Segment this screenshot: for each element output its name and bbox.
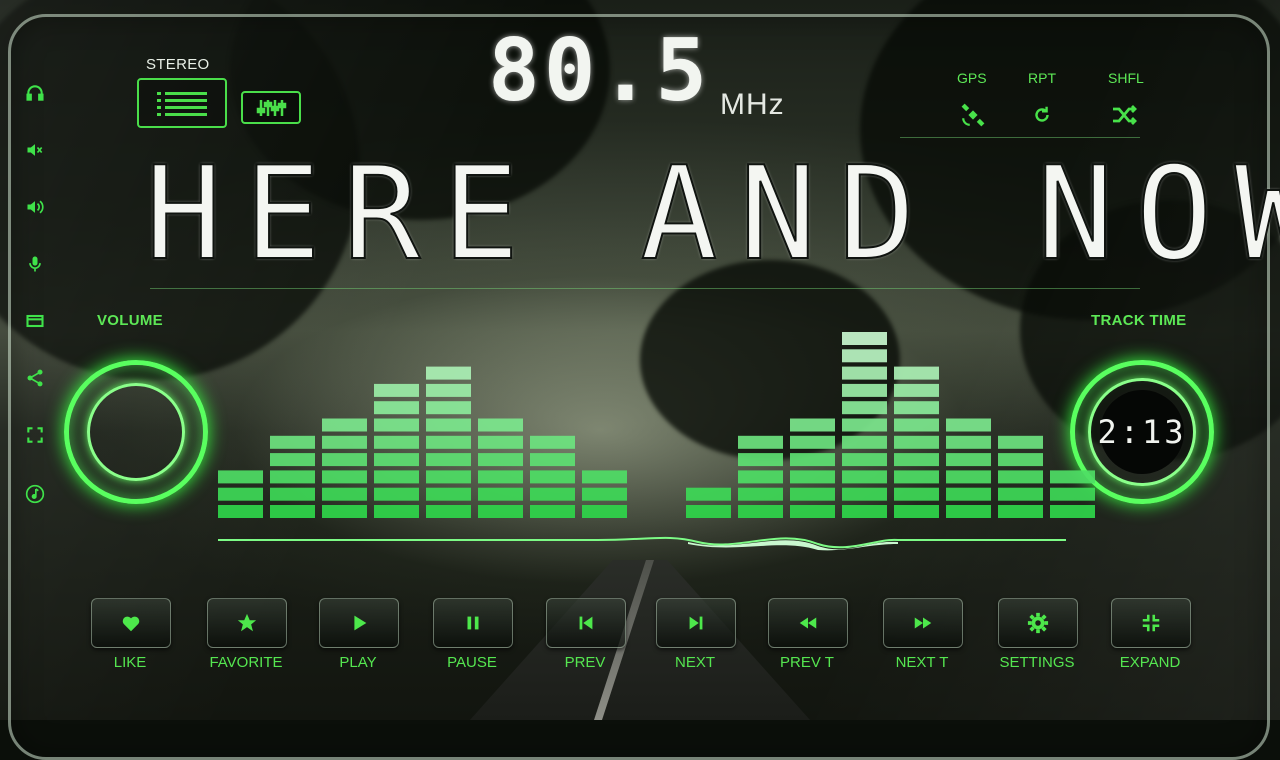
satellite-icon[interactable]: [960, 102, 986, 133]
volume-knob[interactable]: [64, 360, 208, 504]
expand-label: EXPAND: [1119, 654, 1181, 671]
collapse-icon: [1142, 614, 1160, 632]
gear-icon: [1027, 612, 1049, 634]
track-title: HERE AND NOW: [144, 140, 1280, 289]
audio-waveform: [218, 536, 1066, 551]
mute-icon[interactable]: [22, 137, 48, 163]
track-time-label: TRACK TIME: [1091, 312, 1187, 329]
track-time-value: 2:13: [1097, 390, 1184, 474]
divider-title: [150, 288, 1140, 289]
play-label: PLAY: [339, 654, 377, 671]
pause-label: PAUSE: [447, 654, 497, 671]
like-label: LIKE: [113, 654, 147, 671]
prev-label: PREV: [564, 654, 606, 671]
next-button[interactable]: [656, 598, 736, 648]
favorite-button[interactable]: [207, 598, 287, 648]
favorite-label: FAVORITE: [209, 654, 283, 671]
like-button[interactable]: [91, 598, 171, 648]
fullscreen-icon[interactable]: [22, 422, 48, 448]
track-time-dial[interactable]: 2:13: [1070, 360, 1214, 504]
settings-label: SETTINGS: [999, 654, 1075, 671]
skip-previous-icon: [579, 616, 593, 630]
prev-t-button[interactable]: [768, 598, 848, 648]
divider-top: [900, 137, 1140, 138]
expand-button[interactable]: [1111, 598, 1191, 648]
next-t-label: NEXT T: [895, 654, 949, 671]
share-icon[interactable]: [22, 365, 48, 391]
shuffle-icon[interactable]: [1111, 102, 1139, 133]
volume-label: VOLUME: [97, 312, 163, 329]
play-button[interactable]: [319, 598, 399, 648]
pause-button[interactable]: [433, 598, 513, 648]
settings-button[interactable]: [998, 598, 1078, 648]
volume-knob-ring: [87, 383, 185, 481]
rpt-label: RPT: [1028, 70, 1056, 86]
star-icon: [237, 613, 257, 632]
repeat-icon[interactable]: [1031, 104, 1053, 131]
sliders-icon: [256, 99, 287, 116]
skip-next-icon: [689, 616, 703, 630]
frequency-display: 80.5: [488, 21, 712, 121]
microphone-icon[interactable]: [22, 251, 48, 277]
card-icon[interactable]: [22, 308, 48, 334]
music-note-icon[interactable]: [22, 481, 48, 507]
next-t-button[interactable]: [883, 598, 963, 648]
fast-forward-icon: [914, 617, 932, 629]
shfl-label: SHFL: [1108, 70, 1144, 86]
prev-t-label: PREV T: [780, 654, 834, 671]
stereo-label: STEREO: [146, 56, 210, 73]
headphones-icon[interactable]: [22, 80, 48, 106]
equalizer-settings-button[interactable]: [241, 91, 301, 124]
list-icon: [157, 92, 207, 116]
play-icon: [354, 615, 367, 631]
prev-button[interactable]: [546, 598, 626, 648]
next-label: NEXT: [674, 654, 715, 671]
frequency-unit: MHz: [720, 88, 785, 121]
heart-icon: [122, 616, 140, 632]
stereo-button[interactable]: [137, 78, 227, 128]
speaker-icon[interactable]: [22, 194, 48, 220]
gps-label: GPS: [957, 70, 987, 86]
rewind-icon: [799, 617, 817, 629]
pause-icon: [467, 616, 479, 630]
